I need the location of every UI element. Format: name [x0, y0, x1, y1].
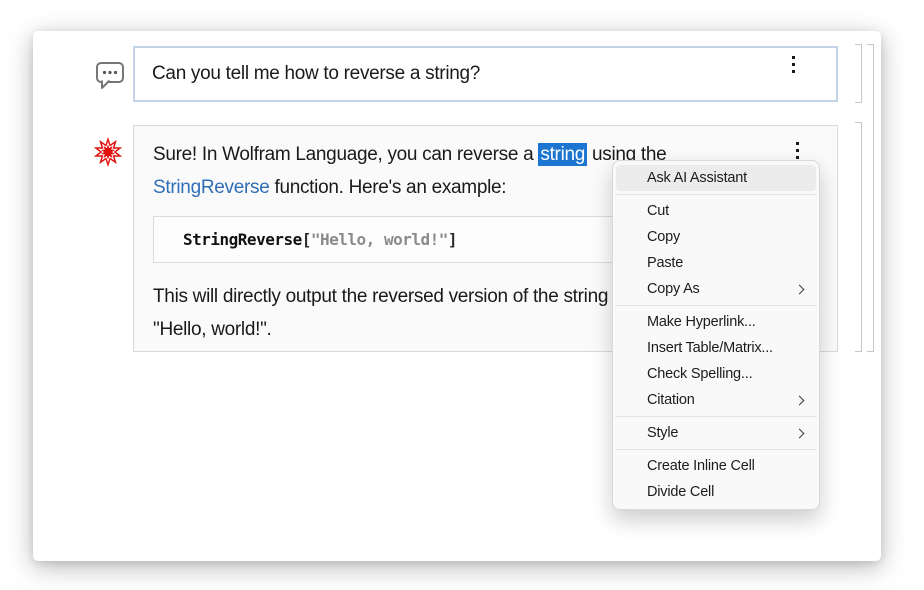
- menu-item-make-hyperlink[interactable]: Make Hyperlink...: [616, 309, 816, 335]
- menu-separator: [615, 305, 817, 306]
- cell-bracket-group[interactable]: [867, 44, 874, 352]
- menu-item-ask-ai-assistant[interactable]: Ask AI Assistant: [616, 165, 816, 191]
- wolfram-spikey-logo: [93, 137, 123, 167]
- code-open-bracket: [: [302, 230, 311, 249]
- cell-bracket-question[interactable]: [855, 44, 862, 103]
- menu-item-style[interactable]: Style: [616, 420, 816, 446]
- answer-text-before-selection: Sure! In Wolfram Language, you can rever…: [153, 144, 538, 165]
- code-string-argument: "Hello, world!": [311, 230, 448, 249]
- question-text: Can you tell me how to reverse a string?: [152, 63, 480, 85]
- menu-item-copy-as[interactable]: Copy As: [616, 276, 816, 302]
- question-cell[interactable]: Can you tell me how to reverse a string?: [133, 46, 838, 102]
- menu-item-citation[interactable]: Citation: [616, 387, 816, 413]
- menu-item-check-spelling[interactable]: Check Spelling...: [616, 361, 816, 387]
- cell-bracket-answer[interactable]: [855, 122, 862, 352]
- answer-line-2: StringReverse function. Here's an exampl…: [153, 171, 506, 204]
- menu-item-paste[interactable]: Paste: [616, 250, 816, 276]
- selected-text: string: [538, 143, 587, 166]
- context-menu: Ask AI Assistant Cut Copy Paste Copy As …: [612, 160, 820, 510]
- answer-paragraph-line-1: This will directly output the reversed v…: [153, 280, 608, 313]
- menu-separator: [615, 416, 817, 417]
- menu-item-insert-table-matrix[interactable]: Insert Table/Matrix...: [616, 335, 816, 361]
- answer-line-1: Sure! In Wolfram Language, you can rever…: [153, 138, 666, 171]
- question-cell-menu-icon[interactable]: [792, 56, 795, 73]
- menu-item-divide-cell[interactable]: Divide Cell: [616, 479, 816, 505]
- chat-bubble-icon: [95, 61, 125, 90]
- notebook-window: Can you tell me how to reverse a string?…: [33, 31, 881, 561]
- chevron-right-icon: [795, 284, 805, 294]
- menu-separator: [615, 194, 817, 195]
- stringreverse-doc-link[interactable]: StringReverse: [153, 177, 269, 198]
- answer-paragraph-line-2: "Hello, world!".: [153, 313, 272, 346]
- menu-item-create-inline-cell[interactable]: Create Inline Cell: [616, 453, 816, 479]
- chevron-right-icon: [795, 395, 805, 405]
- menu-item-copy[interactable]: Copy: [616, 224, 816, 250]
- answer-cell-menu-icon[interactable]: [796, 142, 799, 159]
- code-function-name: StringReverse: [183, 230, 302, 249]
- answer-line-2-rest: function. Here's an example:: [269, 177, 506, 198]
- menu-item-cut[interactable]: Cut: [616, 198, 816, 224]
- chevron-right-icon: [795, 428, 805, 438]
- desktop-background: Can you tell me how to reverse a string?…: [0, 0, 924, 590]
- menu-separator: [615, 449, 817, 450]
- code-close-bracket: ]: [448, 230, 457, 249]
